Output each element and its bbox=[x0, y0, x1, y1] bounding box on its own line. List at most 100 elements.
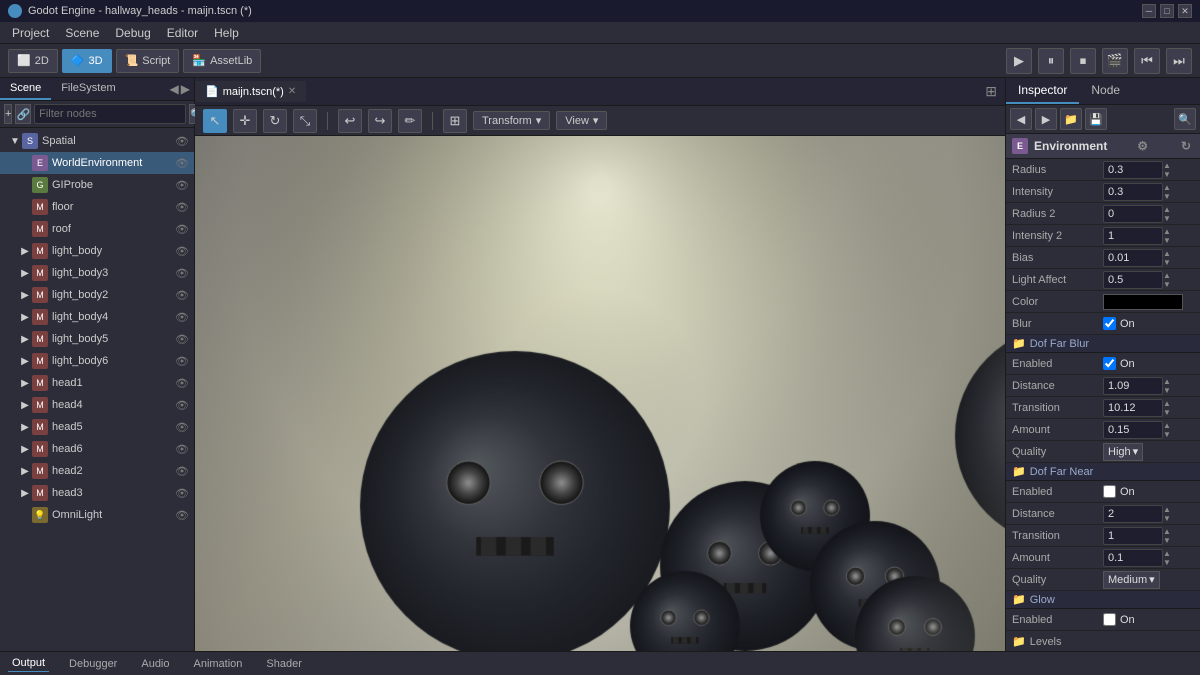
dof-far-transition-spinbox[interactable]: ▲ ▼ bbox=[1103, 399, 1171, 417]
radius2-down[interactable]: ▼ bbox=[1163, 214, 1171, 223]
mode-2d-btn[interactable]: ⬜ 2D bbox=[8, 49, 58, 73]
viewport-tab-main[interactable]: 📄 maijn.tscn(*) ✕ bbox=[195, 81, 306, 102]
intensity2-input[interactable] bbox=[1103, 227, 1163, 245]
light-affect-spinbox[interactable]: ▲ ▼ bbox=[1103, 271, 1171, 289]
color-swatch[interactable] bbox=[1103, 294, 1183, 310]
nav-right-icon[interactable]: ▶ bbox=[181, 82, 190, 96]
radius-spinbox[interactable]: ▲ ▼ bbox=[1103, 161, 1171, 179]
play-btn[interactable]: ▶ bbox=[1006, 48, 1032, 74]
eye-head2[interactable]: 👁 bbox=[174, 463, 190, 479]
tree-item-floor[interactable]: M floor 👁 bbox=[0, 196, 194, 218]
eye-head4[interactable]: 👁 bbox=[174, 397, 190, 413]
dof-near-enabled-checkbox[interactable] bbox=[1103, 485, 1116, 498]
draw-btn[interactable]: ✏ bbox=[398, 109, 422, 133]
skip-back-btn[interactable]: ⏮ bbox=[1134, 48, 1160, 74]
dof-far-amount-up[interactable]: ▲ bbox=[1163, 421, 1171, 430]
config-icon[interactable]: ⚙ bbox=[1135, 138, 1151, 154]
eye-floor[interactable]: 👁 bbox=[174, 199, 190, 215]
eye-worldenv[interactable]: 👁 bbox=[174, 155, 190, 171]
tree-item-lightbody2[interactable]: ▶ M light_body2 👁 bbox=[0, 284, 194, 306]
shader-tab[interactable]: Shader bbox=[262, 656, 305, 672]
pause-btn[interactable]: ⏸ bbox=[1038, 48, 1064, 74]
dof-near-distance-down[interactable]: ▼ bbox=[1163, 514, 1171, 523]
dof-far-quality-dropdown[interactable]: High ▾ bbox=[1103, 443, 1143, 461]
rotate-tool-btn[interactable]: ↻ bbox=[263, 109, 287, 133]
eye-head5[interactable]: 👁 bbox=[174, 419, 190, 435]
eye-lightbody[interactable]: 👁 bbox=[174, 243, 190, 259]
eye-lightbody5[interactable]: 👁 bbox=[174, 331, 190, 347]
dof-far-distance-down[interactable]: ▼ bbox=[1163, 386, 1171, 395]
dof-far-amount-down[interactable]: ▼ bbox=[1163, 430, 1171, 439]
menu-scene[interactable]: Scene bbox=[57, 24, 107, 42]
dof-near-distance-up[interactable]: ▲ bbox=[1163, 505, 1171, 514]
eye-head6[interactable]: 👁 bbox=[174, 441, 190, 457]
movie-btn[interactable]: 🎬 bbox=[1102, 48, 1128, 74]
open-file-btn[interactable]: 📁 bbox=[1060, 108, 1082, 130]
eye-lightbody6[interactable]: 👁 bbox=[174, 353, 190, 369]
filesystem-tab[interactable]: FileSystem bbox=[51, 78, 125, 100]
menu-project[interactable]: Project bbox=[4, 24, 57, 42]
save-btn[interactable]: 💾 bbox=[1085, 108, 1107, 130]
move-tool-btn[interactable]: ✛ bbox=[233, 109, 257, 133]
radius2-arrows[interactable]: ▲ ▼ bbox=[1163, 205, 1171, 223]
assetlib-btn[interactable]: 🏪 AssetLib bbox=[183, 49, 261, 73]
radius-arrows[interactable]: ▲ ▼ bbox=[1163, 161, 1171, 179]
dof-near-amount-input[interactable] bbox=[1103, 549, 1163, 567]
dof-far-transition-input[interactable] bbox=[1103, 399, 1163, 417]
eye-head3[interactable]: 👁 bbox=[174, 485, 190, 501]
radius-input[interactable] bbox=[1103, 161, 1163, 179]
eye-giprobe[interactable]: 👁 bbox=[174, 177, 190, 193]
add-node-btn[interactable]: + bbox=[4, 104, 12, 124]
eye-spatial[interactable]: 👁 bbox=[174, 133, 190, 149]
tree-item-head6[interactable]: ▶ M head6 👁 bbox=[0, 438, 194, 460]
dof-far-amount-spinbox[interactable]: ▲ ▼ bbox=[1103, 421, 1171, 439]
bias-input[interactable] bbox=[1103, 249, 1163, 267]
dof-near-quality-dropdown[interactable]: Medium ▾ bbox=[1103, 571, 1160, 589]
dof-far-enabled-wrap[interactable]: On bbox=[1103, 357, 1135, 370]
bias-spinbox[interactable]: ▲ ▼ bbox=[1103, 249, 1171, 267]
glow-enabled-checkbox[interactable] bbox=[1103, 613, 1116, 626]
expand-btn[interactable]: ⊞ bbox=[977, 83, 1005, 100]
tree-item-roof[interactable]: M roof 👁 bbox=[0, 218, 194, 240]
inspector-tab[interactable]: Inspector bbox=[1006, 78, 1079, 104]
intensity-down[interactable]: ▼ bbox=[1163, 192, 1171, 201]
light-affect-arrows[interactable]: ▲ ▼ bbox=[1163, 271, 1171, 289]
menu-debug[interactable]: Debug bbox=[107, 24, 158, 42]
maximize-btn[interactable]: □ bbox=[1160, 4, 1174, 18]
dof-far-distance-arrows[interactable]: ▲ ▼ bbox=[1163, 377, 1171, 395]
radius2-input[interactable] bbox=[1103, 205, 1163, 223]
intensity-up[interactable]: ▲ bbox=[1163, 183, 1171, 192]
light-affect-down[interactable]: ▼ bbox=[1163, 280, 1171, 289]
dof-near-amount-spinbox[interactable]: ▲ ▼ bbox=[1103, 549, 1171, 567]
dof-far-amount-arrows[interactable]: ▲ ▼ bbox=[1163, 421, 1171, 439]
minimize-btn[interactable]: ─ bbox=[1142, 4, 1156, 18]
tree-item-lightbody3[interactable]: ▶ M light_body3 👁 bbox=[0, 262, 194, 284]
bias-arrows[interactable]: ▲ ▼ bbox=[1163, 249, 1171, 267]
transform-dropdown[interactable]: Transform ▾ bbox=[473, 111, 550, 130]
dof-far-transition-down[interactable]: ▼ bbox=[1163, 408, 1171, 417]
output-tab[interactable]: Output bbox=[8, 655, 49, 672]
tree-item-worldenv[interactable]: E WorldEnvironment 👁 bbox=[0, 152, 194, 174]
tree-item-head2[interactable]: ▶ M head2 👁 bbox=[0, 460, 194, 482]
viewport-canvas[interactable] bbox=[195, 136, 1005, 651]
tree-item-head3[interactable]: ▶ M head3 👁 bbox=[0, 482, 194, 504]
dof-near-amount-up[interactable]: ▲ bbox=[1163, 549, 1171, 558]
menu-help[interactable]: Help bbox=[206, 24, 247, 42]
dof-near-transition-up[interactable]: ▲ bbox=[1163, 527, 1171, 536]
dof-near-distance-input[interactable] bbox=[1103, 505, 1163, 523]
tree-item-giprobe[interactable]: G GIProbe 👁 bbox=[0, 174, 194, 196]
tree-item-lightbody5[interactable]: ▶ M light_body5 👁 bbox=[0, 328, 194, 350]
dof-near-distance-spinbox[interactable]: ▲ ▼ bbox=[1103, 505, 1171, 523]
intensity2-spinbox[interactable]: ▲ ▼ bbox=[1103, 227, 1171, 245]
tree-item-lightbody6[interactable]: ▶ M light_body6 👁 bbox=[0, 350, 194, 372]
intensity-input[interactable] bbox=[1103, 183, 1163, 201]
intensity-spinbox[interactable]: ▲ ▼ bbox=[1103, 183, 1171, 201]
dof-near-amount-down[interactable]: ▼ bbox=[1163, 558, 1171, 567]
radius-up[interactable]: ▲ bbox=[1163, 161, 1171, 170]
history-back-btn[interactable]: ◀ bbox=[1010, 108, 1032, 130]
dof-far-distance-input[interactable] bbox=[1103, 377, 1163, 395]
dof-near-transition-down[interactable]: ▼ bbox=[1163, 536, 1171, 545]
tree-item-head5[interactable]: ▶ M head5 👁 bbox=[0, 416, 194, 438]
history-forward-btn[interactable]: ▶ bbox=[1035, 108, 1057, 130]
stop-btn[interactable]: ⏹ bbox=[1070, 48, 1096, 74]
